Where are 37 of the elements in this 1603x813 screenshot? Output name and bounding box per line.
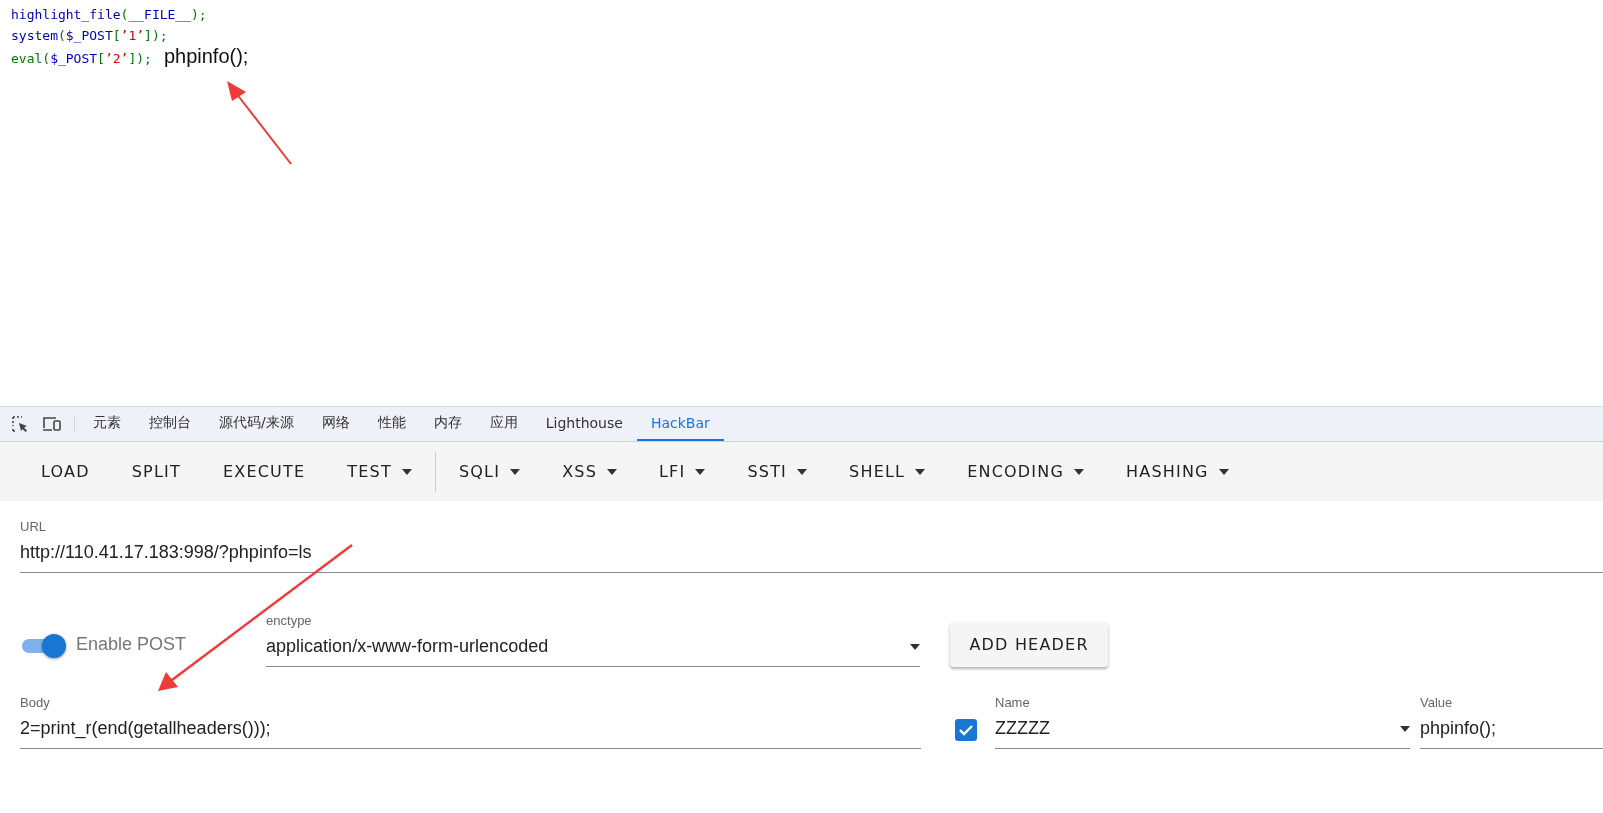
code-line: highlight_file(__FILE__); — [11, 6, 207, 24]
toolbar-button[interactable]: LFI — [638, 452, 727, 491]
toolbar-button[interactable]: SPLIT — [110, 452, 202, 491]
devtools-tab[interactable]: 控制台 — [135, 407, 205, 441]
code-line: eval($_POST[’2’]); — [11, 50, 152, 68]
devtools-tab[interactable]: 应用 — [475, 407, 532, 441]
toggle-label: Enable POST — [76, 634, 187, 655]
toolbar-button[interactable]: LOAD — [20, 452, 111, 491]
devtools-tab[interactable]: 源代码/来源 — [205, 407, 308, 441]
output-text: phpinfo(); — [163, 46, 249, 67]
toolbar-button[interactable]: TEST — [326, 452, 433, 491]
toolbar-button[interactable]: HASHING — [1105, 452, 1250, 491]
name-select[interactable]: Name ZZZZZ — [995, 695, 1410, 749]
enctype-select[interactable]: enctype application/x-www-form-urlencoded — [266, 613, 921, 667]
toolbar-button[interactable]: SSTI — [726, 452, 829, 491]
devtools-tab[interactable]: Lighthouse — [531, 407, 637, 441]
caret-icon — [1400, 726, 1410, 732]
devtools-tab[interactable]: 内存 — [419, 407, 476, 441]
code-line: system($_POST[’1’]); — [11, 27, 168, 45]
toolbar-button[interactable]: ENCODING — [946, 452, 1106, 491]
devtools-tab[interactable]: 网络 — [307, 407, 364, 441]
devtools-tab[interactable]: 元素 — [79, 407, 135, 441]
toolbar-button[interactable]: SHELL — [828, 452, 947, 491]
toggle-switch[interactable] — [20, 633, 68, 659]
caret-icon — [910, 644, 921, 650]
body-field[interactable]: Body 2=print_r(end(getallheaders())); — [20, 695, 921, 749]
toolbar-button[interactable]: EXECUTE — [201, 452, 327, 491]
value-field[interactable]: Value phpinfo(); — [1420, 695, 1603, 749]
toolbar-button[interactable]: XSS — [541, 452, 638, 491]
toolbar-button[interactable]: SQLI — [437, 452, 542, 491]
devtools-tab[interactable]: 性能 — [363, 407, 420, 441]
device-icon[interactable] — [42, 414, 62, 434]
url-field[interactable]: URL http://110.41.17.183:998/?phpinfo=ls — [20, 519, 1603, 573]
checkmark-icon — [958, 722, 974, 738]
checkbox[interactable] — [955, 719, 977, 741]
inspect-icon[interactable] — [10, 414, 30, 434]
add-header-button[interactable]: ADD HEADER — [950, 621, 1109, 667]
